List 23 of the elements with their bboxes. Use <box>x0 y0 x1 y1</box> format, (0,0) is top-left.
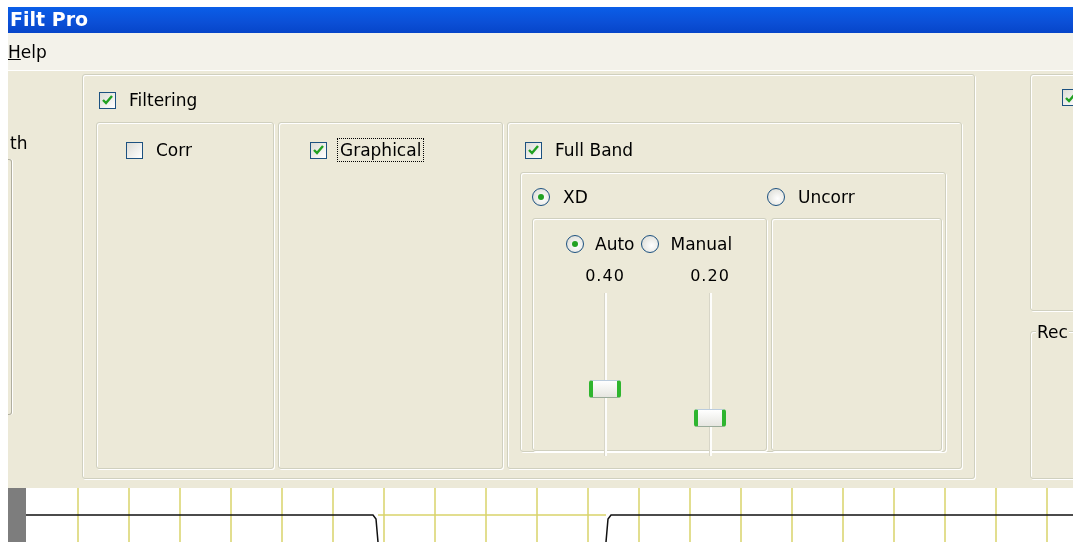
radio-label[interactable]: Uncorr <box>795 185 858 209</box>
slider-value: 0.20 <box>690 266 730 285</box>
checkbox[interactable] <box>310 141 327 159</box>
checkbox[interactable] <box>525 141 542 159</box>
radio-button[interactable] <box>566 235 584 253</box>
checkbox[interactable] <box>99 91 116 109</box>
radio-button[interactable] <box>532 188 550 206</box>
slider-value: 0.40 <box>585 266 625 285</box>
radio-label[interactable]: Manual <box>667 232 736 256</box>
radio-button[interactable] <box>767 188 785 206</box>
slider-thumb[interactable] <box>589 380 621 398</box>
checkbox-label[interactable]: Full Band <box>552 138 637 162</box>
radio-button[interactable] <box>641 235 660 253</box>
field-label: th <box>10 133 29 153</box>
slider-thumb[interactable] <box>694 409 726 427</box>
checkbox[interactable] <box>126 141 143 159</box>
menu-item[interactable]: Help <box>8 41 49 62</box>
radio-label[interactable]: Auto <box>592 232 638 256</box>
checkbox-label[interactable]: Graphical <box>337 138 425 162</box>
window-title: Filt Pro <box>10 8 90 30</box>
checkbox-label[interactable]: Filtering <box>126 88 201 112</box>
radio-label[interactable]: XD <box>560 185 591 209</box>
checkbox-label[interactable]: Corr <box>153 138 195 162</box>
